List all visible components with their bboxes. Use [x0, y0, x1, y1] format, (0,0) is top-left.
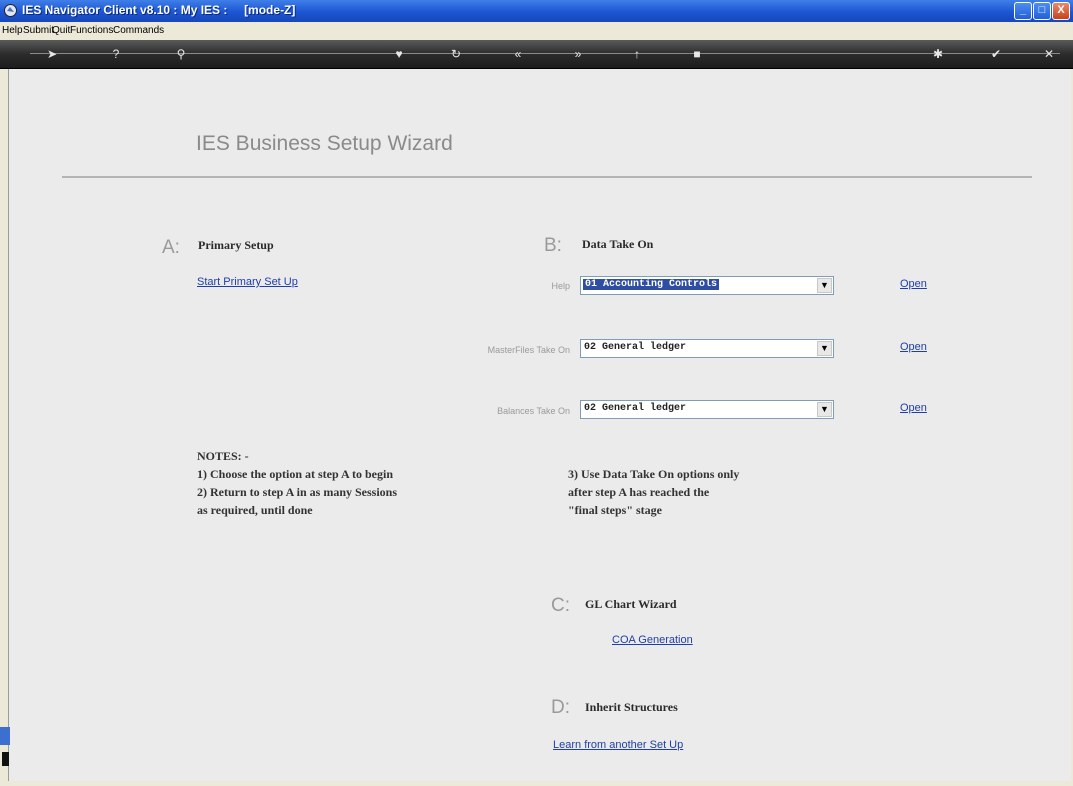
- menu-submit[interactable]: Submit: [23, 25, 54, 36]
- start-primary-setup-link[interactable]: Start Primary Set Up: [197, 276, 298, 288]
- window-titlebar: IES Navigator Client v8.10 : My IES : [m…: [0, 0, 1073, 22]
- section-c-letter: C:: [551, 595, 570, 616]
- check-icon[interactable]: ✔: [988, 46, 1004, 62]
- maximize-button[interactable]: □: [1033, 2, 1051, 20]
- chevron-down-icon[interactable]: ▼: [817, 278, 832, 293]
- notes-heading: NOTES: -: [197, 449, 249, 463]
- learn-from-setup-link[interactable]: Learn from another Set Up: [553, 739, 683, 751]
- notes-line-2: 2) Return to step A in as many Sessions: [197, 485, 398, 499]
- chevron-down-icon[interactable]: ▼: [817, 402, 832, 417]
- close-icon[interactable]: ✕: [1041, 46, 1057, 62]
- notes-line-4: 3) Use Data Take On options only: [568, 467, 740, 481]
- page-title: IES Business Setup Wizard: [196, 132, 453, 155]
- open-link-masterfiles[interactable]: Open: [900, 341, 927, 353]
- title-divider: [62, 176, 1032, 178]
- close-window-button[interactable]: X: [1052, 2, 1070, 20]
- notes-line-5: after step A has reached the: [568, 485, 710, 499]
- help-select[interactable]: 01 Accounting Controls ▼: [580, 276, 834, 295]
- section-a-letter: A:: [162, 237, 180, 258]
- chevron-down-icon[interactable]: ▼: [817, 341, 832, 356]
- open-link-balances[interactable]: Open: [900, 402, 927, 414]
- masterfiles-field-label: MasterFiles Take On: [487, 345, 570, 355]
- notes-line-3: as required, until done: [197, 503, 313, 517]
- stop-icon[interactable]: ■: [689, 46, 705, 62]
- balances-select[interactable]: 02 General ledger ▼: [580, 400, 834, 419]
- up-icon[interactable]: ↑: [629, 46, 645, 62]
- section-d-letter: D:: [551, 697, 570, 718]
- open-link-help[interactable]: Open: [900, 278, 927, 290]
- masterfiles-select[interactable]: 02 General ledger ▼: [580, 339, 834, 358]
- minimize-button[interactable]: _: [1014, 2, 1032, 20]
- arrow-icon[interactable]: ➤: [40, 46, 64, 62]
- side-marker-icon: [2, 752, 9, 766]
- menu-commands[interactable]: Commands: [113, 25, 164, 36]
- notes-line-1: 1) Choose the option at step A to begin: [197, 467, 394, 481]
- refresh-icon[interactable]: ↻: [448, 46, 464, 62]
- menu-help[interactable]: Help: [2, 25, 23, 36]
- section-d-title: Inherit Structures: [585, 700, 678, 714]
- notes-right-block: 3) Use Data Take On options only after s…: [568, 465, 739, 519]
- menu-functions[interactable]: Functions: [70, 25, 113, 36]
- toolbar: ➤ ? ⚲ ♥ ↻ « » ↑ ■ ✱ ✔ ✕: [0, 40, 1073, 69]
- balances-field-label: Balances Take On: [497, 406, 570, 416]
- coa-generation-link[interactable]: COA Generation: [612, 634, 693, 646]
- app-icon: [4, 4, 17, 17]
- menu-bar: Help Submit Quit Functions Commands: [0, 22, 1073, 40]
- help-icon[interactable]: ?: [108, 46, 124, 62]
- balances-select-value: 02 General ledger: [584, 403, 687, 414]
- window-title: IES Navigator Client v8.10 : My IES : [m…: [22, 3, 296, 17]
- back-icon[interactable]: «: [510, 46, 526, 62]
- masterfiles-select-value: 02 General ledger: [584, 342, 687, 353]
- notes-line-6: "final steps" stage: [568, 503, 662, 517]
- section-b-letter: B:: [544, 235, 562, 256]
- menu-quit[interactable]: Quit: [52, 25, 70, 36]
- star-icon[interactable]: ✱: [930, 46, 946, 62]
- section-a-title: Primary Setup: [198, 238, 274, 252]
- help-field-label: Help: [551, 281, 570, 291]
- section-b-title: Data Take On: [582, 237, 654, 251]
- section-c-title: GL Chart Wizard: [585, 597, 677, 611]
- heart-icon[interactable]: ♥: [391, 46, 407, 62]
- help-select-value: 01 Accounting Controls: [583, 279, 720, 290]
- notes-block: NOTES: - 1) Choose the option at step A …: [197, 447, 397, 519]
- side-tab[interactable]: [0, 727, 10, 745]
- forward-icon[interactable]: »: [570, 46, 586, 62]
- search-icon[interactable]: ⚲: [173, 46, 189, 62]
